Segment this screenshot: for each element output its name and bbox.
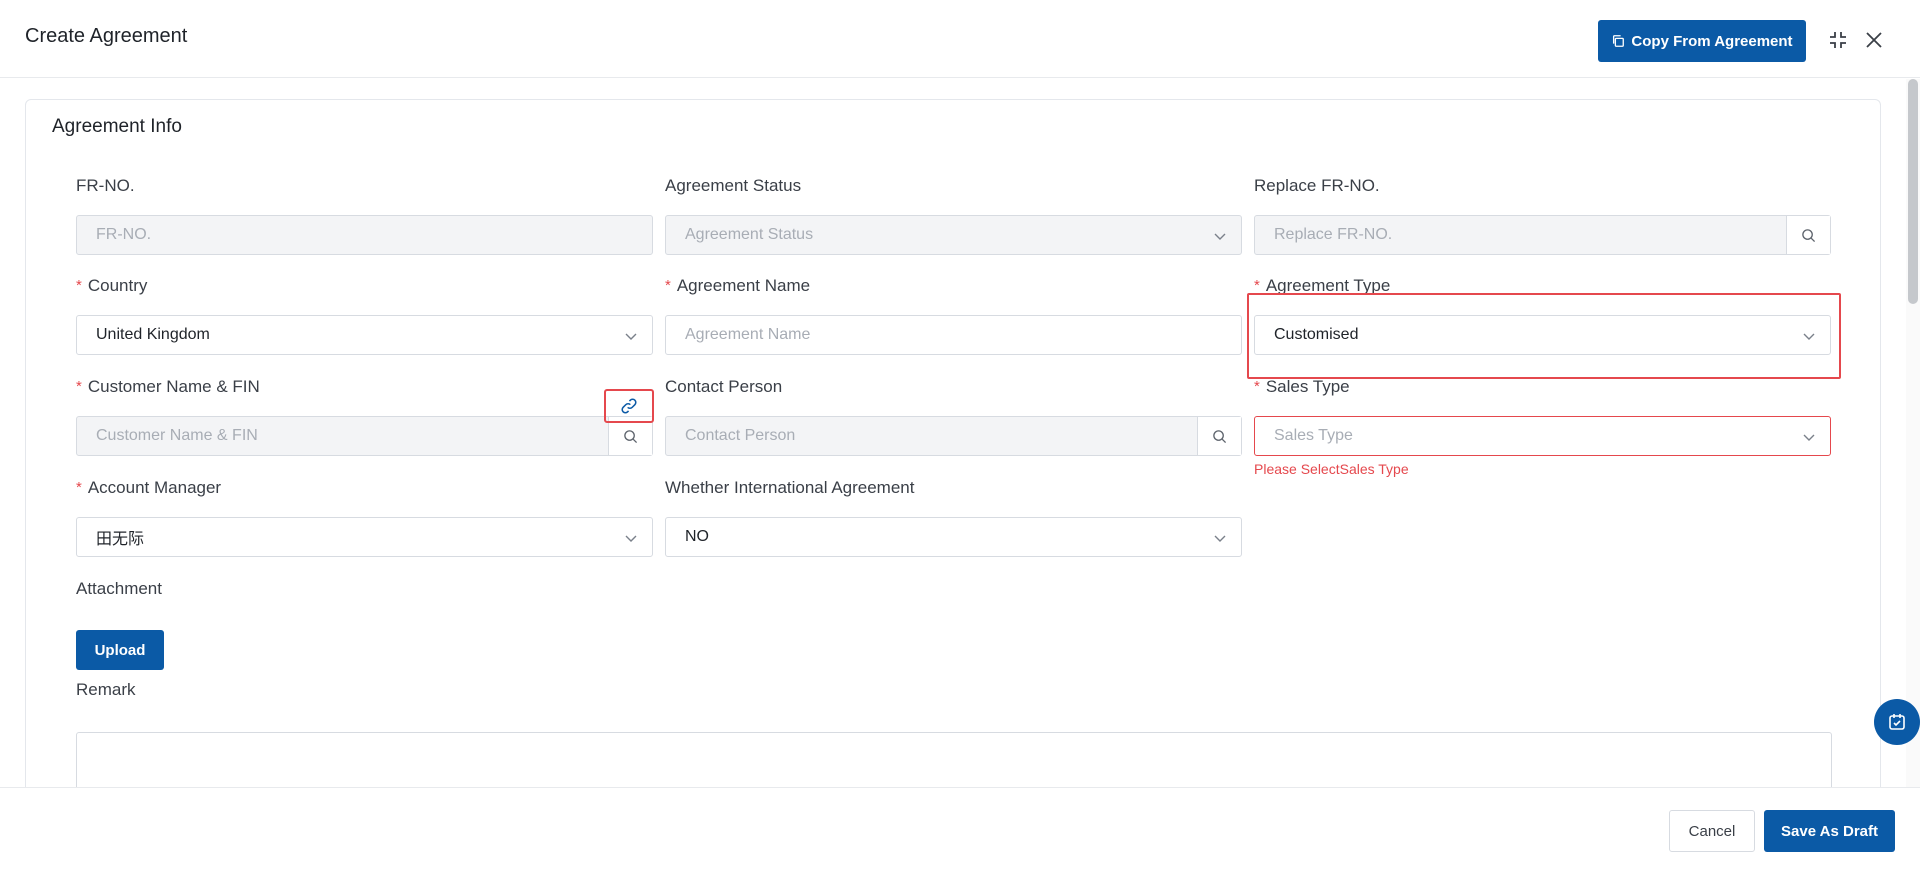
international-select[interactable]: NO (665, 517, 1242, 557)
sales-type-label-text: Sales Type (1265, 377, 1350, 396)
chevron-down-icon (625, 535, 637, 542)
dialog-body: Agreement Info FR-NO. FR-NO. Agreement S… (0, 79, 1920, 787)
agreement-name-field: * Agreement Name Agreement Name (665, 274, 1242, 355)
chevron-down-icon (625, 333, 637, 340)
close-icon[interactable] (1862, 28, 1886, 52)
chevron-down-icon (1214, 233, 1226, 240)
dialog-header: Create Agreement Copy From Agreement (0, 0, 1920, 78)
country-label-text: Country (87, 276, 148, 295)
sales-type-error: Please SelectSales Type (1254, 461, 1409, 477)
customer-name-label-text: Customer Name & FIN (87, 377, 260, 396)
required-mark: * (76, 378, 82, 395)
international-label: Whether International Agreement (665, 478, 915, 497)
agreement-status-field: Agreement Status Agreement Status (665, 174, 1242, 255)
replace-fr-no-placeholder: Replace FR-NO. (1274, 226, 1393, 243)
search-icon (1802, 228, 1816, 242)
international-value: NO (685, 528, 709, 545)
contact-search-button[interactable] (1197, 417, 1241, 455)
agreement-info-card: Agreement Info FR-NO. FR-NO. Agreement S… (25, 99, 1881, 787)
copy-from-agreement-label: Copy From Agreement (1631, 32, 1793, 50)
account-manager-select[interactable]: 田无际 (76, 517, 653, 557)
account-manager-label: * Account Manager (76, 476, 653, 500)
contact-person-placeholder: Contact Person (685, 427, 796, 444)
agreement-name-label-text: Agreement Name (676, 276, 811, 295)
agreement-status-placeholder: Agreement Status (685, 226, 814, 243)
collapse-icon[interactable] (1826, 28, 1850, 52)
customer-name-placeholder: Customer Name & FIN (96, 427, 258, 444)
country-label: * Country (76, 274, 653, 298)
chevron-down-icon (1803, 434, 1815, 441)
agreement-status-label: Agreement Status (665, 176, 802, 195)
required-mark: * (76, 479, 82, 496)
fr-no-placeholder: FR-NO. (96, 226, 152, 243)
attachment-label: Attachment (76, 579, 162, 598)
sales-type-select[interactable]: Sales Type (1254, 416, 1831, 456)
country-value: United Kingdom (96, 326, 210, 343)
customer-name-field: * Customer Name & FIN Customer Name & FIN (76, 375, 653, 456)
sales-type-label: * Sales Type (1254, 375, 1831, 399)
sales-type-field: * Sales Type Sales Type Please SelectSale… (1254, 375, 1831, 477)
customer-name-label: * Customer Name & FIN (76, 375, 653, 399)
chevron-down-icon (1214, 535, 1226, 542)
scrollbar-thumb[interactable] (1908, 79, 1918, 304)
search-icon (1213, 429, 1227, 443)
link-icon (621, 398, 637, 414)
account-manager-value: 田无际 (96, 531, 145, 548)
upload-button[interactable]: Upload (76, 630, 164, 670)
calendar-check-icon (1889, 714, 1905, 730)
agreement-name-label: * Agreement Name (665, 274, 1242, 298)
section-title: Agreement Info (52, 116, 182, 137)
contact-person-field: Contact Person Contact Person (665, 375, 1242, 456)
customer-name-input[interactable]: Customer Name & FIN (76, 416, 653, 456)
replace-fr-no-label: Replace FR-NO. (1254, 176, 1380, 195)
agreement-status-select[interactable]: Agreement Status (665, 215, 1242, 255)
fr-no-label: FR-NO. (76, 176, 135, 195)
replace-fr-no-field: Replace FR-NO. Replace FR-NO. (1254, 174, 1831, 255)
remark-textarea[interactable] (76, 732, 1832, 787)
contact-person-input[interactable]: Contact Person (665, 416, 1242, 456)
account-manager-field: * Account Manager 田无际 (76, 476, 653, 557)
search-icon (624, 429, 638, 443)
fr-no-input[interactable]: FR-NO. (76, 215, 653, 255)
agreement-type-highlight (1247, 293, 1841, 379)
international-field: Whether International Agreement NO (665, 476, 1242, 557)
agreement-name-placeholder: Agreement Name (685, 326, 811, 343)
replace-fr-no-search-button[interactable] (1786, 216, 1830, 254)
account-manager-label-text: Account Manager (87, 478, 222, 497)
customer-link-button[interactable] (604, 389, 654, 423)
fr-no-field: FR-NO. FR-NO. (76, 174, 653, 255)
required-mark: * (665, 277, 671, 294)
required-mark: * (76, 277, 82, 294)
scrollbar[interactable] (1906, 79, 1920, 787)
remark-label: Remark (76, 680, 136, 699)
dialog-footer: Cancel Save As Draft (0, 787, 1920, 869)
sales-type-placeholder: Sales Type (1274, 427, 1353, 444)
country-select[interactable]: United Kingdom (76, 315, 653, 355)
dialog-title: Create Agreement (25, 25, 188, 47)
country-field: * Country United Kingdom (76, 274, 653, 355)
copy-from-agreement-button[interactable]: Copy From Agreement (1598, 20, 1806, 62)
contact-person-label: Contact Person (665, 377, 783, 396)
save-as-draft-button[interactable]: Save As Draft (1764, 810, 1895, 852)
floating-action-button[interactable] (1874, 699, 1920, 745)
cancel-button[interactable]: Cancel (1669, 810, 1755, 852)
copy-icon (1613, 35, 1625, 47)
agreement-name-input[interactable]: Agreement Name (665, 315, 1242, 355)
replace-fr-no-input[interactable]: Replace FR-NO. (1254, 215, 1831, 255)
required-mark: * (1254, 378, 1260, 395)
